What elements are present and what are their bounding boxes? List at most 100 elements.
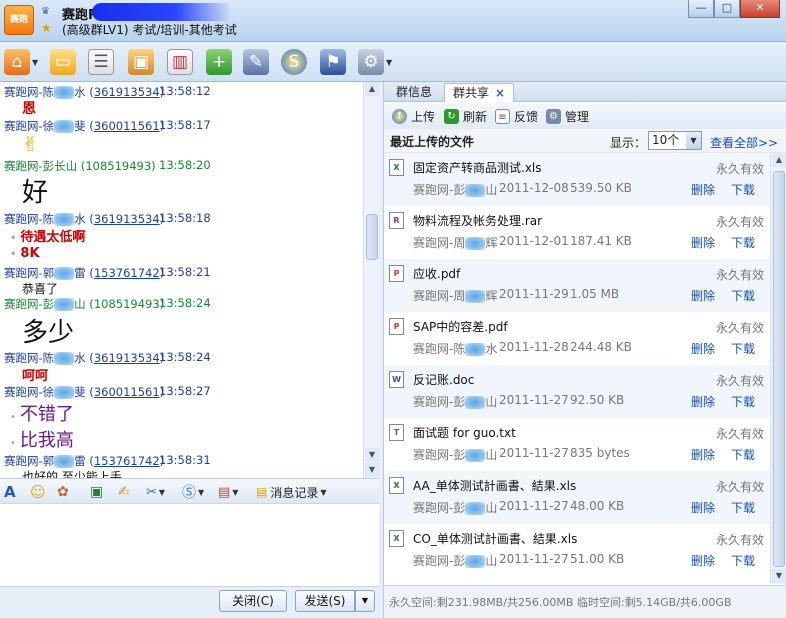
message-input[interactable] [0,504,379,586]
close-tab-icon[interactable]: × [495,86,505,100]
chevron-down-icon[interactable]: ▼ [320,488,326,497]
app-logo-icon: 赛跑 [4,5,34,35]
add-app-button[interactable]: + [206,48,232,76]
send-options-chevron-icon[interactable]: ▼ [355,590,375,612]
handwrite-icon[interactable]: ✍ [118,483,130,501]
album-button[interactable]: ▣ [128,48,154,76]
download-link[interactable]: 下载 [731,499,755,516]
delete-link[interactable]: 删除 [691,287,715,304]
chat-scrollbar[interactable]: ▲ ▼ ▼ [363,82,379,478]
file-row[interactable]: P 应收.pdf 永久有效 赛跑网-周辉 2011-11-29 1.05 MB … [384,259,770,312]
scroll-up-icon[interactable]: ▲ [365,82,379,96]
image-icon[interactable]: ▣ [90,483,103,501]
font-icon[interactable]: A [4,483,16,501]
chart-button[interactable]: ▥ [167,48,193,76]
feedback-button[interactable]: ≡ 反馈 [495,107,538,125]
tools-button[interactable]: ✎ [243,48,269,76]
refresh-button[interactable]: ↻ 刷新 [444,107,487,125]
delete-link[interactable]: 删除 [691,393,715,410]
chat-message-area[interactable]: 赛跑网-陈水 (361913534) 13:58:12 恩 赛跑网-徐斐 (36… [0,82,379,478]
smiley-icon[interactable]: ☺ [30,483,46,501]
file-row[interactable]: P SAP中的容差.pdf 永久有效 赛跑网-陈 水 2011-11-28 244… [384,312,770,365]
file-name[interactable]: CO_单体测试計画書、結果.xls [413,530,577,547]
download-link[interactable]: 下载 [731,181,755,198]
view-all-link[interactable]: 查看全部>> [710,134,778,151]
chevron-down-icon[interactable]: ▼ [32,58,38,67]
scroll-thumb[interactable] [366,214,378,260]
sender-qq-link[interactable]: 360011561 [94,119,160,133]
screenshot-icon[interactable]: ✂ ▼ [146,483,165,501]
sender-qq-link[interactable]: 361913534 [94,212,160,226]
sender-qq-link[interactable]: 360011561 [94,385,160,399]
file-name[interactable]: AA_单体测试計画書、結果.xls [413,477,576,494]
file-list-scrollbar[interactable]: ▲ ▼ [770,153,786,584]
sender-qq[interactable]: 108519493 [85,159,151,173]
chevron-down-icon[interactable]: ▼ [686,132,701,149]
file-name[interactable]: 面试题 for guo.txt [413,424,516,441]
delete-link[interactable]: 删除 [691,234,715,251]
more-icon[interactable]: ▤ ▼ [218,483,238,501]
delete-link[interactable]: 删除 [691,552,715,569]
sender-qq-link[interactable]: 153761742 [94,454,160,468]
file-row[interactable]: R 物料流程及帐务处理.rar 永久有效 赛跑网-周 辉 2011-12-01 1… [384,206,770,259]
file-name[interactable]: 反记账.doc [413,371,474,388]
s-app-button[interactable]: S [281,48,307,76]
send-button[interactable]: 发送(S) [295,590,355,612]
delete-link[interactable]: 删除 [691,446,715,463]
file-row[interactable]: W 反记账.doc 永久有效 赛跑网-彭 山 2011-11-27 92.50 K… [384,365,770,418]
home-button[interactable]: ⌂ ▼ [4,48,38,76]
sender-qq-link[interactable]: 361913534 [94,85,160,99]
notes-button[interactable]: ☰ [88,48,114,76]
chevron-down-icon[interactable]: ▼ [232,488,238,497]
tab-group-share[interactable]: 群共享 × [444,83,515,102]
sender-qq-link[interactable]: 361913534 [94,351,160,365]
download-link[interactable]: 下载 [731,234,755,251]
file-list: X 固定资产转商品测试.xls 永久有效 赛跑网-彭山 2011-12-08 5… [384,153,770,584]
sender-qq-link[interactable]: 153761742 [94,266,160,280]
chevron-down-icon[interactable]: ▼ [159,488,165,497]
display-count-select[interactable]: 10个 ▼ [648,131,702,150]
file-expiry: 永久有效 [715,321,764,335]
uploader-name-suffix: 山 [485,183,498,197]
delete-link[interactable]: 删除 [691,181,715,198]
settings-hat-button[interactable]: ⚑ [320,48,346,76]
delete-link[interactable]: 删除 [691,499,715,516]
message-time: 13:58:21 [159,265,211,279]
sender-qq[interactable]: 108519493 [94,297,160,311]
file-name[interactable]: 固定资产转商品测试.xls [413,159,542,176]
chevron-down-icon[interactable]: ▼ [386,58,392,67]
close-window-button[interactable]: ✕ [740,0,780,18]
tab-group-info[interactable]: 群信息 [388,83,440,102]
download-link[interactable]: 下载 [731,287,755,304]
file-row[interactable]: X 固定资产转商品测试.xls 永久有效 赛跑网-彭 山 2011-12-08 5… [384,153,770,206]
file-date: 2011-12-01 [499,234,569,248]
file-row[interactable]: X AA_单体测试計画書、結果.xls 永久有效 赛跑网-彭 山 2011-11-… [384,471,770,524]
file-uploader: 赛跑网-彭 山 [413,181,497,198]
upload-button[interactable]: ↑ 上传 [392,107,435,125]
download-link[interactable]: 下载 [731,393,755,410]
s-app-icon[interactable]: Ⓢ ▼ [182,483,204,501]
close-chat-button[interactable]: 关闭(C) [219,590,287,612]
delete-link[interactable]: 删除 [691,340,715,357]
scroll-bottom-icon[interactable]: ▼ [365,463,379,477]
magic-face-icon[interactable]: ✿ [57,483,69,501]
maximize-button[interactable]: □ [714,0,740,18]
minimize-button[interactable]: — [688,0,714,18]
manage-button[interactable]: ⚙ 管理 [546,107,589,125]
chevron-down-icon[interactable]: ▼ [198,488,204,497]
file-name[interactable]: 应收.pdf [413,265,460,282]
file-name[interactable]: SAP中的容差.pdf [413,318,508,335]
gear-button[interactable]: ⚙ ▼ [358,48,392,76]
file-row[interactable]: T 面试题 for guo.txt 永久有效 赛跑网-彭 山 2011-11-27… [384,418,770,471]
file-name[interactable]: 物料流程及帐务处理.rar [413,212,542,229]
scroll-up-icon[interactable]: ▲ [772,153,786,167]
download-link[interactable]: 下载 [731,340,755,357]
folder-button[interactable]: ▭ [50,48,76,76]
file-row[interactable]: X CO_单体测试計画書、結果.xls 永久有效 赛跑网-彭 山 2011-11-… [384,524,770,577]
download-link[interactable]: 下载 [731,552,755,569]
scroll-thumb[interactable] [773,171,785,567]
download-link[interactable]: 下载 [731,446,755,463]
message-history-button[interactable]: ▤ 消息记录 ▼ [256,483,327,501]
scroll-down-icon[interactable]: ▼ [772,569,786,583]
scroll-down-icon[interactable]: ▼ [365,448,379,462]
